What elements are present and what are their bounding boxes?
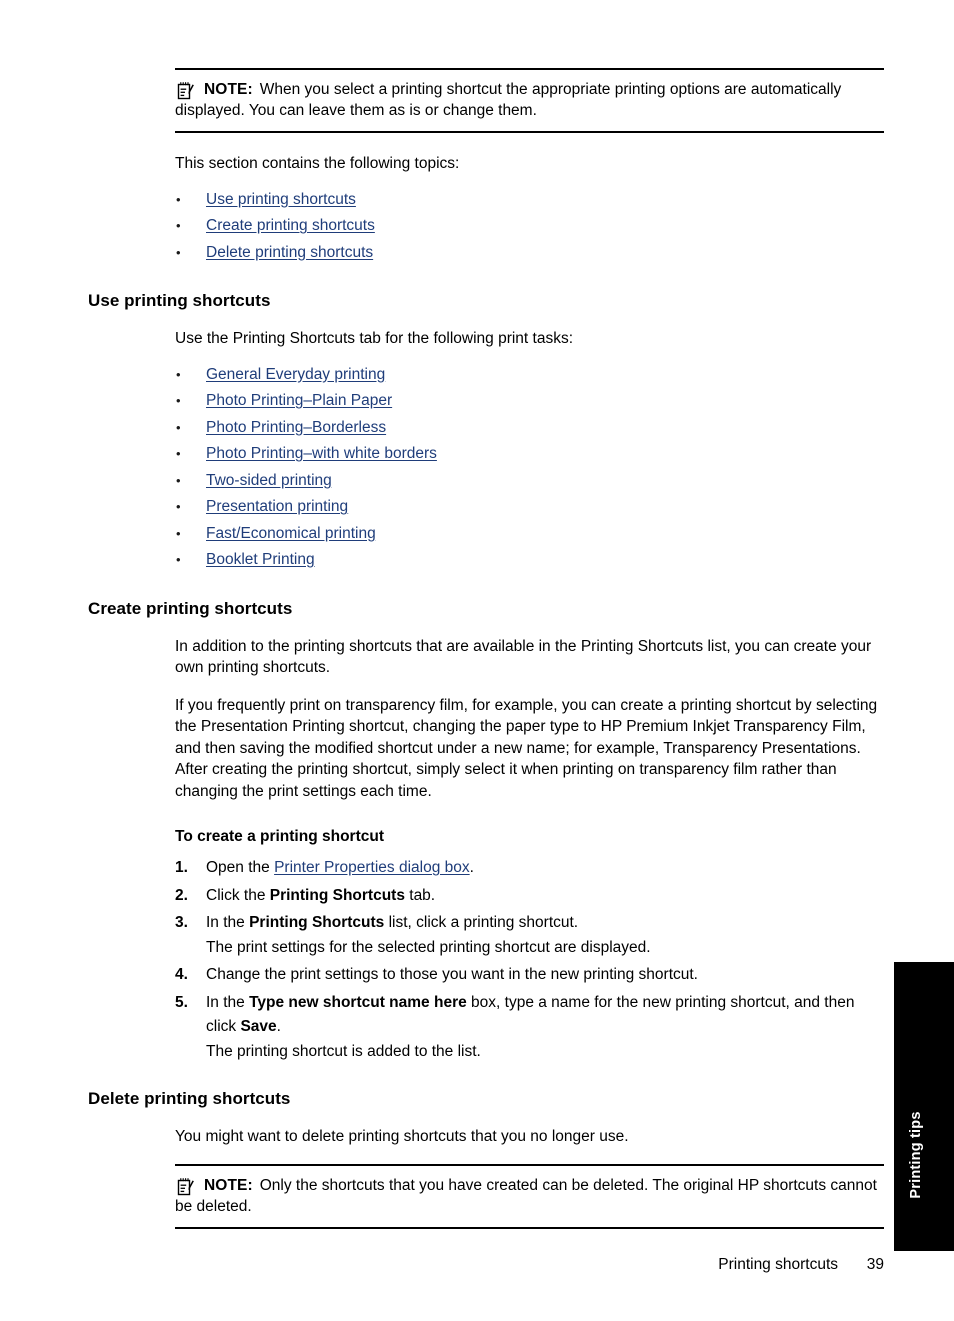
heading-create-printing-shortcuts: Create printing shortcuts	[88, 598, 293, 618]
note-body: Only the shortcuts that you have created…	[175, 1176, 877, 1215]
step-item: 1. Open the Printer Properties dialog box…	[175, 856, 884, 881]
step-text-post: tab.	[404, 886, 436, 904]
footer-section-title: Printing shortcuts	[718, 1256, 838, 1273]
step-text-pre: In the	[206, 993, 250, 1011]
delete-section-para-1: You might want to delete printing shortc…	[175, 1128, 629, 1145]
task-link[interactable]: General Everyday printing	[206, 366, 385, 383]
task-link[interactable]: Presentation printing	[206, 498, 348, 515]
topic-link[interactable]: Create printing shortcuts	[206, 217, 375, 234]
task-link[interactable]: Booklet Printing	[206, 551, 315, 568]
section-topics-list: Use printing shortcuts Create printing s…	[175, 187, 884, 267]
task-link[interactable]: Photo Printing–Borderless	[206, 419, 386, 436]
step-item: 4. Change the print settings to those you…	[175, 963, 884, 988]
note-label: NOTE:	[204, 81, 253, 98]
list-item[interactable]: Photo Printing–Plain Paper	[175, 388, 884, 415]
step-item: 2. Click the Printing Shortcuts tab.	[175, 884, 884, 909]
note-body: When you select a printing shortcut the …	[175, 81, 842, 119]
side-tab-label: Printing tips	[908, 1111, 924, 1199]
task-link[interactable]: Two-sided printing	[206, 472, 332, 489]
list-item[interactable]: Use printing shortcuts	[175, 187, 884, 214]
task-link[interactable]: Fast/Economical printing	[206, 525, 376, 542]
list-item[interactable]: General Everyday printing	[175, 362, 884, 389]
step-bold-term-save: Save	[240, 1018, 277, 1035]
step-number: 3.	[175, 914, 188, 931]
list-item[interactable]: Create printing shortcuts	[175, 213, 884, 240]
task-link[interactable]: Photo Printing–Plain Paper	[206, 392, 392, 409]
heading-to-create-a-printing-shortcut: To create a printing shortcut	[175, 828, 384, 845]
note-pad-pencil-icon	[177, 81, 196, 100]
topic-link[interactable]: Use printing shortcuts	[206, 191, 356, 208]
footer-page-number: 39	[866, 1256, 884, 1273]
task-link[interactable]: Photo Printing–with white borders	[206, 445, 437, 462]
step-item: 3. In the Printing Shortcuts list, click …	[175, 911, 884, 960]
note-text-bottom: NOTE: Only the shortcuts that you have cr…	[175, 1175, 884, 1217]
side-tab-printing-tips: Printing tips	[894, 962, 954, 1251]
create-section-para-2: If you frequently print on transparency …	[175, 696, 878, 800]
step-text-pre: Change the print settings to those you w…	[206, 966, 698, 983]
heading-delete-printing-shortcuts: Delete printing shortcuts	[88, 1089, 291, 1108]
step-number: 1.	[175, 859, 188, 876]
step-result-text: The print settings for the selected prin…	[206, 938, 651, 956]
use-section-lead: Use the Printing Shortcuts tab for the f…	[175, 330, 574, 347]
step-bold-term: Type new shortcut name here	[249, 993, 467, 1011]
step-item: 5. In the Type new shortcut name here box…	[175, 991, 884, 1065]
document-page: NOTE: When you select a printing shortcut…	[0, 0, 954, 1321]
note-label: NOTE:	[204, 1176, 253, 1194]
use-section-task-list: General Everyday printing Photo Printing…	[175, 362, 884, 574]
page-footer: Printing shortcuts 39	[0, 1256, 884, 1274]
step-text-pre: In the	[206, 914, 250, 931]
list-item[interactable]: Fast/Economical printing	[175, 521, 884, 548]
topic-link[interactable]: Delete printing shortcuts	[206, 244, 373, 261]
list-item[interactable]: Delete printing shortcuts	[175, 240, 884, 267]
list-item[interactable]: Photo Printing–Borderless	[175, 415, 884, 442]
step-text-pre: Click the	[206, 886, 270, 904]
step-number: 4.	[175, 966, 188, 983]
step-text-post: .	[469, 859, 474, 876]
list-item[interactable]: Photo Printing–with white borders	[175, 441, 884, 468]
printer-properties-link[interactable]: Printer Properties dialog box	[274, 859, 470, 876]
list-item[interactable]: Two-sided printing	[175, 468, 884, 495]
step-text-post: .	[276, 1018, 281, 1035]
heading-use-printing-shortcuts: Use printing shortcuts	[88, 291, 271, 310]
page-content: NOTE: When you select a printing shortcut…	[88, 68, 884, 1229]
step-result-text: The printing shortcut is added to the li…	[206, 1042, 481, 1060]
list-item[interactable]: Booklet Printing	[175, 547, 884, 574]
create-section-para-1: In addition to the printing shortcuts th…	[175, 637, 872, 677]
step-bold-term: Printing Shortcuts	[269, 886, 405, 904]
step-bold-term: Printing Shortcuts	[249, 914, 385, 931]
step-text-post: list, click a printing shortcut.	[384, 914, 579, 931]
note-callout-bottom: NOTE: Only the shortcuts that you have cr…	[175, 1163, 884, 1229]
step-number: 5.	[175, 993, 188, 1011]
note-pad-pencil-icon	[177, 1177, 196, 1196]
section-contents-lead: This section contains the following topi…	[175, 155, 460, 172]
create-shortcut-steps: 1. Open the Printer Properties dialog box…	[175, 856, 884, 1064]
note-text-top: NOTE: When you select a printing shortcut…	[175, 79, 884, 121]
list-item[interactable]: Presentation printing	[175, 494, 884, 521]
note-callout-top: NOTE: When you select a printing shortcut…	[175, 68, 884, 133]
step-text-pre: Open the	[206, 859, 275, 876]
step-number: 2.	[175, 886, 188, 904]
